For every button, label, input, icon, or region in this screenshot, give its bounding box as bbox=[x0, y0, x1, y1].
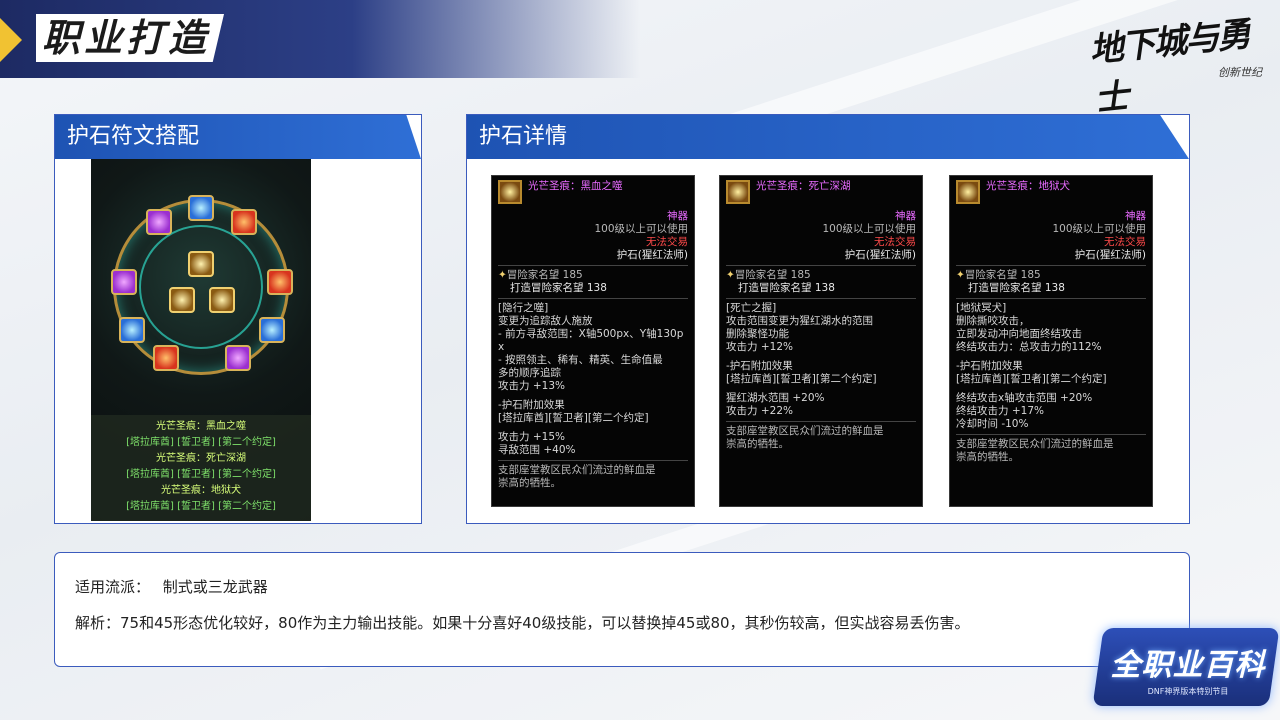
fame-icon: ✦ bbox=[498, 269, 507, 281]
talisman-icon bbox=[956, 180, 980, 204]
card-forge-fame: 打造冒险家名望 138 bbox=[968, 282, 1065, 294]
talisman-slot-icon bbox=[209, 287, 235, 313]
card-line: 攻击范围变更为猩红湖水的范围 bbox=[726, 315, 873, 327]
talisman-card: 光芒圣痕：黑血之噬 神器 100级以上可以使用 无法交易 护石(猩红法师) ✦冒… bbox=[491, 175, 695, 507]
rune-slot-icon bbox=[188, 195, 214, 221]
game-logo-sub: 创新世纪 bbox=[1218, 66, 1262, 79]
wheel-ring-inner bbox=[139, 225, 263, 349]
card-flavor: 崇高的牺牲。 bbox=[726, 438, 789, 450]
card-flavor: 支部座堂教区民众们流过的鲜血是 bbox=[498, 464, 656, 476]
card-line: 攻击力 +12% bbox=[726, 341, 793, 353]
card-extra-line: 猩红湖水范围 +20% bbox=[726, 392, 825, 404]
card-line: - 前方寻敌范围：X轴500px、Y轴130p bbox=[498, 328, 684, 340]
card-line: 攻击力 +13% bbox=[498, 380, 565, 392]
card-class: 护石(猩红法师) bbox=[616, 249, 688, 261]
card-extra-line: 冷却时间 -10% bbox=[956, 418, 1029, 430]
card-trade: 无法交易 bbox=[874, 236, 916, 248]
card-level: 100级以上可以使用 bbox=[1052, 223, 1146, 235]
card-flavor: 崇高的牺牲。 bbox=[956, 451, 1019, 463]
rune-combo-title: 护石符文搭配 bbox=[55, 115, 421, 159]
card-line: 立即发动冲向地面终结攻击 bbox=[956, 328, 1082, 340]
card-title: 光芒圣痕：黑血之噬 bbox=[528, 180, 623, 192]
rune-slot-icon bbox=[111, 269, 137, 295]
card-class: 护石(猩红法师) bbox=[1074, 249, 1146, 261]
fame-icon: ✦ bbox=[956, 269, 965, 281]
wheel-line-runes: [塔拉库酋] [誓卫者] [第二个约定] bbox=[126, 469, 276, 480]
card-forge-fame: 打造冒险家名望 138 bbox=[510, 282, 607, 294]
card-level: 100级以上可以使用 bbox=[822, 223, 916, 235]
card-extra-line: 终结攻击x轴攻击范围 +20% bbox=[956, 392, 1093, 404]
card-rarity: 神器 bbox=[667, 210, 688, 222]
card-forge-fame: 打造冒险家名望 138 bbox=[738, 282, 835, 294]
card-skill-name: [隐行之噬] bbox=[498, 302, 549, 314]
card-fame: ✦冒险家名望 185 bbox=[956, 269, 1041, 281]
talisman-icon bbox=[498, 180, 522, 204]
card-extra-runes: [塔拉库酋][誓卫者][第二个约定] bbox=[956, 373, 1107, 385]
card-extra-runes: [塔拉库酋][誓卫者][第二个约定] bbox=[498, 412, 649, 424]
build-type-label: 适用流派： bbox=[75, 578, 151, 596]
wheel-line-name: 光芒圣痕：黑血之噬 bbox=[156, 421, 246, 432]
talisman-card: 光芒圣痕：死亡深湖 神器 100级以上可以使用 无法交易 护石(猩红法师) ✦冒… bbox=[719, 175, 923, 507]
program-badge-sub: DNF神界版本特别节目 bbox=[1147, 687, 1229, 696]
card-class: 护石(猩红法师) bbox=[844, 249, 916, 261]
wheel-line-name: 光芒圣痕：死亡深湖 bbox=[156, 453, 246, 464]
card-title: 光芒圣痕：死亡深湖 bbox=[756, 180, 851, 192]
talisman-icon bbox=[726, 180, 750, 204]
card-flavor: 支部座堂教区民众们流过的鲜血是 bbox=[956, 438, 1114, 450]
page-title: 职业打造 bbox=[36, 14, 225, 62]
card-extra-line: 攻击力 +22% bbox=[726, 405, 793, 417]
talisman-detail-title: 护石详情 bbox=[467, 115, 1189, 159]
wheel-line-runes: [塔拉库酋] [誓卫者] [第二个约定] bbox=[126, 437, 276, 448]
build-type-line: 适用流派： 制式或三龙武器 bbox=[75, 575, 1169, 611]
card-title: 光芒圣痕：地狱犬 bbox=[986, 180, 1070, 192]
talisman-slot-icon bbox=[169, 287, 195, 313]
card-line: - 按照领主、稀有、精英、生命值最 bbox=[498, 354, 663, 366]
card-fame: ✦冒险家名望 185 bbox=[726, 269, 811, 281]
card-trade: 无法交易 bbox=[646, 236, 688, 248]
card-flavor: 崇高的牺牲。 bbox=[498, 477, 561, 489]
build-type-value: 制式或三龙武器 bbox=[162, 578, 268, 596]
card-level: 100级以上可以使用 bbox=[594, 223, 688, 235]
analysis-box: 适用流派： 制式或三龙武器 解析：75和45形态优化较好，80作为主力输出技能。… bbox=[54, 552, 1190, 667]
talisman-detail-panel: 护石详情 光芒圣痕：黑血之噬 神器 100级以上可以使用 无法交易 护石(猩红法… bbox=[466, 114, 1190, 524]
card-skill-name: [死亡之握] bbox=[726, 302, 777, 314]
rune-slot-icon bbox=[225, 345, 251, 371]
rune-slot-icon bbox=[119, 317, 145, 343]
card-fame: ✦冒险家名望 185 bbox=[498, 269, 583, 281]
rune-slot-icon bbox=[153, 345, 179, 371]
rune-slot-icon bbox=[259, 317, 285, 343]
program-badge-title: 全职业百科 bbox=[1110, 648, 1266, 683]
rune-combo-panel: 护石符文搭配 光芒圣痕：黑血之噬 [塔拉库酋] [誓卫者] [第二个约定] 光芒… bbox=[54, 114, 422, 524]
card-line: x bbox=[498, 341, 505, 353]
analysis-text: 解析：75和45形态优化较好，80作为主力输出技能。如果十分喜好40级技能，可以… bbox=[75, 614, 970, 632]
card-line: 终结攻击力：总攻击力的112% bbox=[956, 341, 1102, 353]
card-extra-line: 寻敌范围 +40% bbox=[498, 444, 576, 456]
talisman-slot-icon bbox=[188, 251, 214, 277]
card-extra-title: -护石附加效果 bbox=[498, 399, 565, 411]
rune-wheel: 光芒圣痕：黑血之噬 [塔拉库酋] [誓卫者] [第二个约定] 光芒圣痕：死亡深湖… bbox=[91, 159, 311, 521]
card-extra-line: 终结攻击力 +17% bbox=[956, 405, 1044, 417]
card-trade: 无法交易 bbox=[1104, 236, 1146, 248]
card-line: 变更为追踪敌人施放 bbox=[498, 315, 593, 327]
card-flavor: 支部座堂教区民众们流过的鲜血是 bbox=[726, 425, 884, 437]
rune-slot-icon bbox=[231, 209, 257, 235]
card-extra-title: -护石附加效果 bbox=[726, 360, 793, 372]
card-line: 删除撕咬攻击， bbox=[956, 315, 1030, 327]
card-line: 删除聚怪功能 bbox=[726, 328, 789, 340]
wheel-line-runes: [塔拉库酋] [誓卫者] [第二个约定] bbox=[126, 501, 276, 512]
rune-slot-icon bbox=[267, 269, 293, 295]
card-rarity: 神器 bbox=[895, 210, 916, 222]
fame-icon: ✦ bbox=[726, 269, 735, 281]
card-skill-name: [地狱冥犬] bbox=[956, 302, 1007, 314]
card-extra-runes: [塔拉库酋][誓卫者][第二个约定] bbox=[726, 373, 877, 385]
card-line: 多的顺序追踪 bbox=[498, 367, 561, 379]
card-extra-title: -护石附加效果 bbox=[956, 360, 1023, 372]
rune-slot-icon bbox=[146, 209, 172, 235]
header-arrow-icon bbox=[0, 18, 22, 62]
talisman-card: 光芒圣痕：地狱犬 神器 100级以上可以使用 无法交易 护石(猩红法师) ✦冒险… bbox=[949, 175, 1153, 507]
card-extra-line: 攻击力 +15% bbox=[498, 431, 565, 443]
card-rarity: 神器 bbox=[1125, 210, 1146, 222]
wheel-summary: 光芒圣痕：黑血之噬 [塔拉库酋] [誓卫者] [第二个约定] 光芒圣痕：死亡深湖… bbox=[91, 415, 311, 521]
wheel-line-name: 光芒圣痕：地狱犬 bbox=[161, 485, 241, 496]
